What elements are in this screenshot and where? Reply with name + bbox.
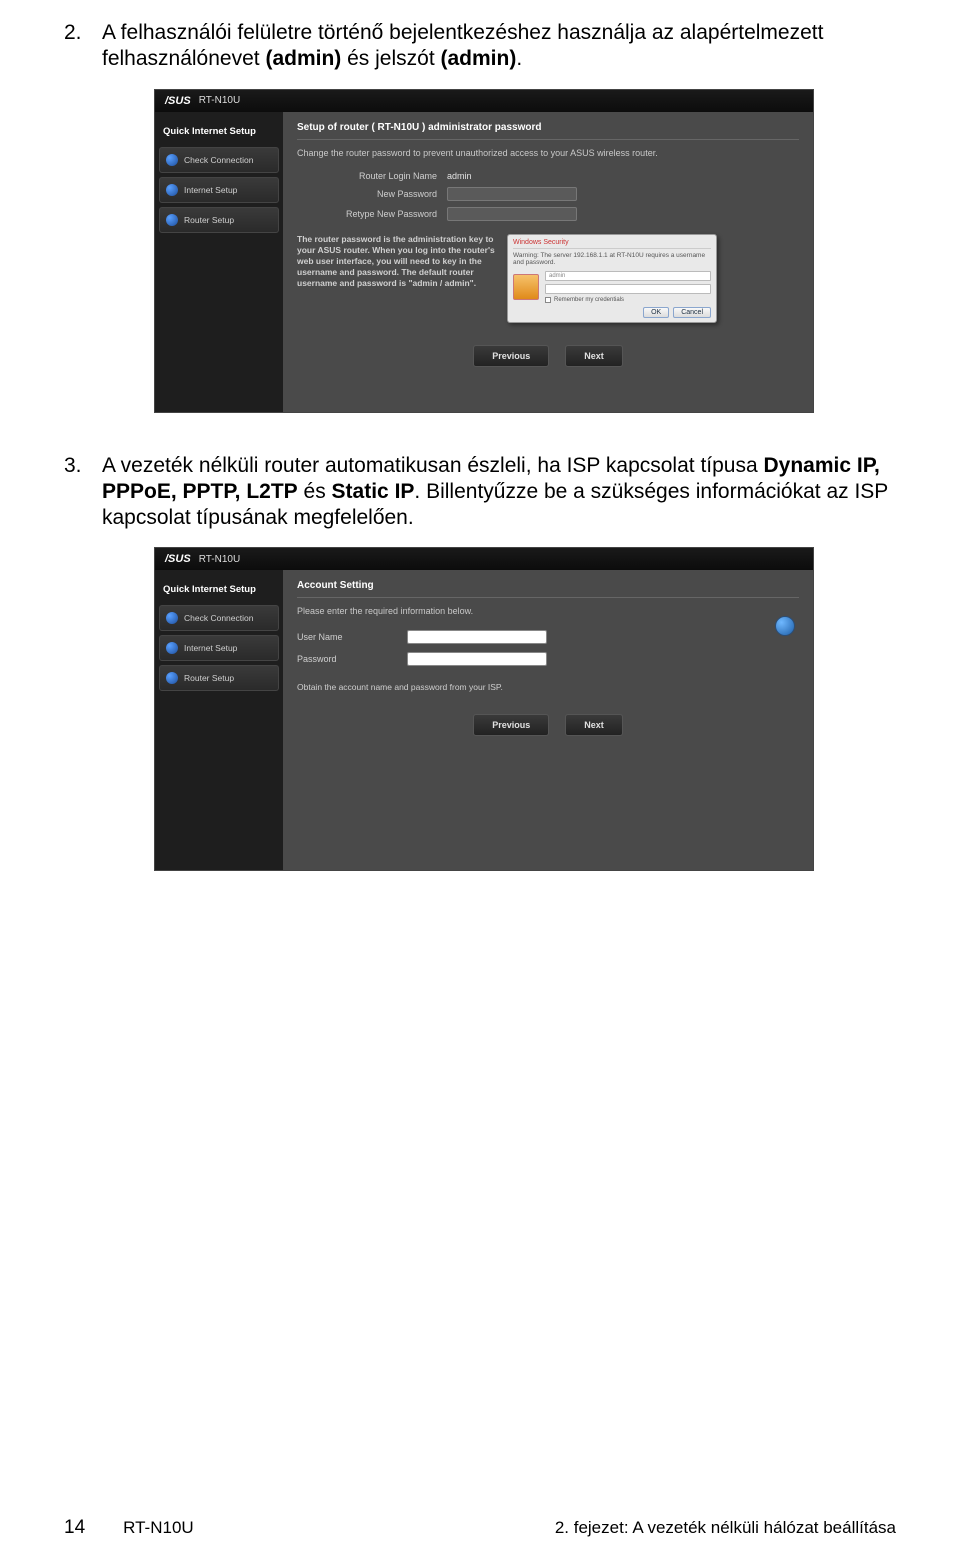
step-text: A felhasználói felületre történő bejelen… (102, 20, 896, 73)
instruction-step-2: 2. A felhasználói felületre történő beje… (64, 20, 896, 73)
row-new-password: New Password (297, 184, 799, 204)
sidebar-item-label: Internet Setup (184, 185, 237, 195)
chapter-title: 2. fejezet: A vezeték nélküli hálózat be… (555, 1518, 896, 1538)
username-label: User Name (297, 632, 397, 642)
row-username: User Name (297, 626, 799, 648)
auth-popup: Windows Security Warning: The server 192… (507, 234, 717, 324)
step-icon (166, 672, 178, 684)
window-titlebar: /SUS RT-N10U (155, 90, 813, 112)
popup-username-input[interactable]: admin (545, 271, 711, 281)
panel-title: Setup of router ( RT-N10U ) administrato… (297, 122, 799, 133)
popup-cancel-button[interactable]: Cancel (673, 307, 711, 318)
content-panel: Setup of router ( RT-N10U ) administrato… (283, 112, 813, 412)
step-icon (166, 612, 178, 624)
checkbox-icon[interactable] (545, 297, 551, 303)
remember-label: Remember my credentials (554, 297, 624, 303)
sidebar-heading: Quick Internet Setup (155, 578, 283, 601)
step-icon (166, 214, 178, 226)
panel-description: Please enter the required information be… (297, 606, 799, 616)
password-label: Password (297, 654, 397, 664)
panel-description: Change the router password to prevent un… (297, 148, 799, 158)
new-password-label: New Password (297, 189, 437, 199)
retype-password-label: Retype New Password (297, 209, 437, 219)
info-text: The router password is the administratio… (297, 234, 497, 324)
sidebar-item-check-connection[interactable]: Check Connection (159, 147, 279, 173)
content-panel: Account Setting Please enter the require… (283, 570, 813, 870)
step-icon (166, 642, 178, 654)
popup-title: Windows Security (513, 239, 711, 249)
step-number: 2. (64, 20, 88, 73)
brand-logo: /SUS (165, 95, 191, 107)
new-password-input[interactable] (447, 187, 577, 201)
sidebar-heading: Quick Internet Setup (155, 120, 283, 143)
divider (297, 139, 799, 140)
sidebar-item-label: Router Setup (184, 673, 234, 683)
sidebar-item-internet-setup[interactable]: Internet Setup (159, 177, 279, 203)
previous-button[interactable]: Previous (473, 714, 549, 736)
previous-button[interactable]: Previous (473, 345, 549, 367)
model-name: RT-N10U (199, 95, 241, 106)
row-login-name: Router Login Name admin (297, 168, 799, 184)
screenshot-account-setting: /SUS RT-N10U Quick Internet Setup Check … (154, 547, 814, 871)
next-button[interactable]: Next (565, 714, 623, 736)
username-input[interactable] (407, 630, 547, 644)
sidebar-item-label: Router Setup (184, 215, 234, 225)
isp-hint: Obtain the account name and password fro… (297, 682, 799, 692)
sidebar-item-label: Internet Setup (184, 643, 237, 653)
page-footer: 14 RT-N10U 2. fejezet: A vezeték nélküli… (64, 1517, 896, 1539)
sidebar-item-internet-setup[interactable]: Internet Setup (159, 635, 279, 661)
window-titlebar: /SUS RT-N10U (155, 548, 813, 570)
row-password: Password (297, 648, 799, 670)
step-number: 3. (64, 453, 88, 532)
sidebar: Quick Internet Setup Check Connection In… (155, 570, 283, 870)
brand-logo: /SUS (165, 553, 191, 565)
sidebar-item-router-setup[interactable]: Router Setup (159, 207, 279, 233)
password-input[interactable] (407, 652, 547, 666)
sidebar-item-check-connection[interactable]: Check Connection (159, 605, 279, 631)
panel-title: Account Setting (297, 580, 799, 591)
sidebar-item-label: Check Connection (184, 155, 253, 165)
sidebar-item-label: Check Connection (184, 613, 253, 623)
divider (297, 597, 799, 598)
popup-ok-button[interactable]: OK (643, 307, 669, 318)
login-name-label: Router Login Name (297, 171, 437, 181)
popup-remember[interactable]: Remember my credentials (545, 297, 711, 303)
model-name: RT-N10U (199, 554, 241, 565)
step-icon (166, 154, 178, 166)
step-text: A vezeték nélküli router automatikusan é… (102, 453, 896, 532)
popup-password-input[interactable] (545, 284, 711, 294)
screenshot-admin-password: /SUS RT-N10U Quick Internet Setup Check … (154, 89, 814, 413)
sidebar: Quick Internet Setup Check Connection In… (155, 112, 283, 412)
login-name-value: admin (447, 171, 799, 181)
page-number: 14 (64, 1517, 85, 1539)
retype-password-input[interactable] (447, 207, 577, 221)
sidebar-item-router-setup[interactable]: Router Setup (159, 665, 279, 691)
step-icon (166, 184, 178, 196)
credentials-icon (513, 274, 539, 300)
instruction-step-3: 3. A vezeték nélküli router automatikusa… (64, 453, 896, 532)
popup-warning: Warning: The server 192.168.1.1 at RT-N1… (513, 252, 711, 268)
row-retype-password: Retype New Password (297, 204, 799, 224)
next-button[interactable]: Next (565, 345, 623, 367)
footer-model: RT-N10U (123, 1518, 194, 1538)
